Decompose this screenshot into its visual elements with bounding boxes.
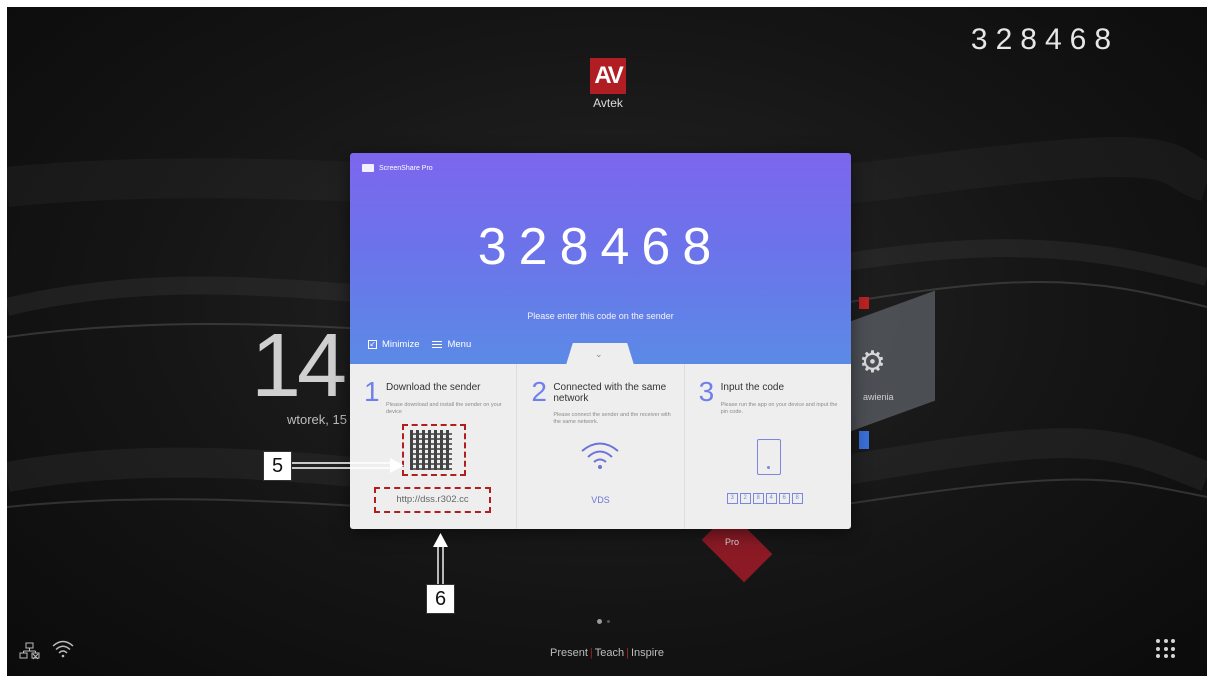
logo-mark: AV [590, 58, 626, 94]
page-dot[interactable] [607, 620, 610, 623]
step-number: 3 [698, 376, 715, 407]
callout-label-6: 6 [426, 584, 455, 614]
clock-date: wtorek, 15 [287, 412, 347, 427]
pin-digit: 4 [765, 493, 777, 504]
clock-time: 14 [251, 316, 347, 416]
screenshare-dialog: ScreenShare Pro 328468 Please enter this… [350, 153, 851, 529]
pin-digit: 8 [791, 493, 803, 504]
menu-icon[interactable] [432, 339, 443, 350]
app-tile-red-label: Pro [725, 537, 740, 547]
apps-grid-icon[interactable] [1156, 639, 1176, 659]
callout-label-5: 5 [263, 451, 292, 481]
pin-digit: 2 [739, 493, 751, 504]
step-input-code: 3 Input the code Please run the app on y… [685, 364, 851, 529]
tile-red-stub [859, 297, 869, 309]
step-description: Please download and install the sender o… [386, 402, 502, 415]
page-dot-active[interactable] [597, 619, 602, 624]
dialog-header: ScreenShare Pro 328468 Please enter this… [350, 153, 851, 365]
screenshare-icon [362, 164, 374, 172]
pin-digit: 6 [778, 493, 790, 504]
gear-icon: ⚙ [859, 346, 886, 379]
app-title: ScreenShare Pro [379, 164, 433, 172]
step-number: 1 [364, 376, 380, 407]
minimize-button[interactable]: Minimize [382, 339, 419, 350]
step-title: Download the sender [386, 382, 481, 393]
wifi-icon [579, 440, 621, 475]
tile-blue-stub [859, 431, 869, 449]
step-download: 1 Download the sender Please download an… [350, 364, 518, 529]
pin-input-boxes: 3 2 8 4 6 8 [726, 493, 803, 504]
chevron-down-icon[interactable]: ⌄ [595, 349, 603, 360]
tagline-word: Inspire [630, 647, 665, 659]
tablet-icon [756, 439, 781, 475]
step-description: Please connect the sender and the receiv… [553, 412, 671, 425]
network-disconnected-icon[interactable] [19, 642, 41, 665]
menu-button[interactable]: Menu [447, 339, 471, 350]
step-title: Connected with the same network [553, 382, 667, 404]
tagline: Present | Teach | Inspire [549, 647, 665, 659]
dialog-controls: ↙ Minimize Menu [368, 339, 471, 350]
step-description: Please run the app on your device and in… [720, 402, 838, 415]
download-url[interactable]: http://dss.r302.cc [374, 494, 491, 505]
instruction-text: Please enter this code on the sender [527, 311, 674, 321]
corner-pin-code: 328468 [970, 23, 1119, 56]
pin-digit: 8 [752, 493, 764, 504]
settings-tile-label: awienia [863, 392, 894, 402]
qr-highlight [402, 424, 466, 476]
step-network: 2 Connected with the same network Please… [517, 364, 685, 529]
pin-code: 328468 [477, 218, 724, 276]
tagline-word: Teach [594, 647, 625, 659]
pin-digit: 3 [726, 493, 738, 504]
avtek-logo: AV Avtek [587, 58, 629, 118]
step-title: Input the code [720, 382, 785, 393]
tagline-word: Present [549, 647, 588, 659]
app-title-row: ScreenShare Pro [362, 164, 433, 172]
dialog-steps: 1 Download the sender Please download an… [350, 364, 851, 529]
page-indicator [597, 619, 610, 624]
wifi-icon[interactable] [51, 639, 75, 664]
network-name: VDS [591, 495, 610, 505]
minimize-icon[interactable]: ↙ [368, 340, 377, 349]
step-number: 2 [531, 376, 547, 407]
logo-name: Avtek [593, 96, 623, 110]
